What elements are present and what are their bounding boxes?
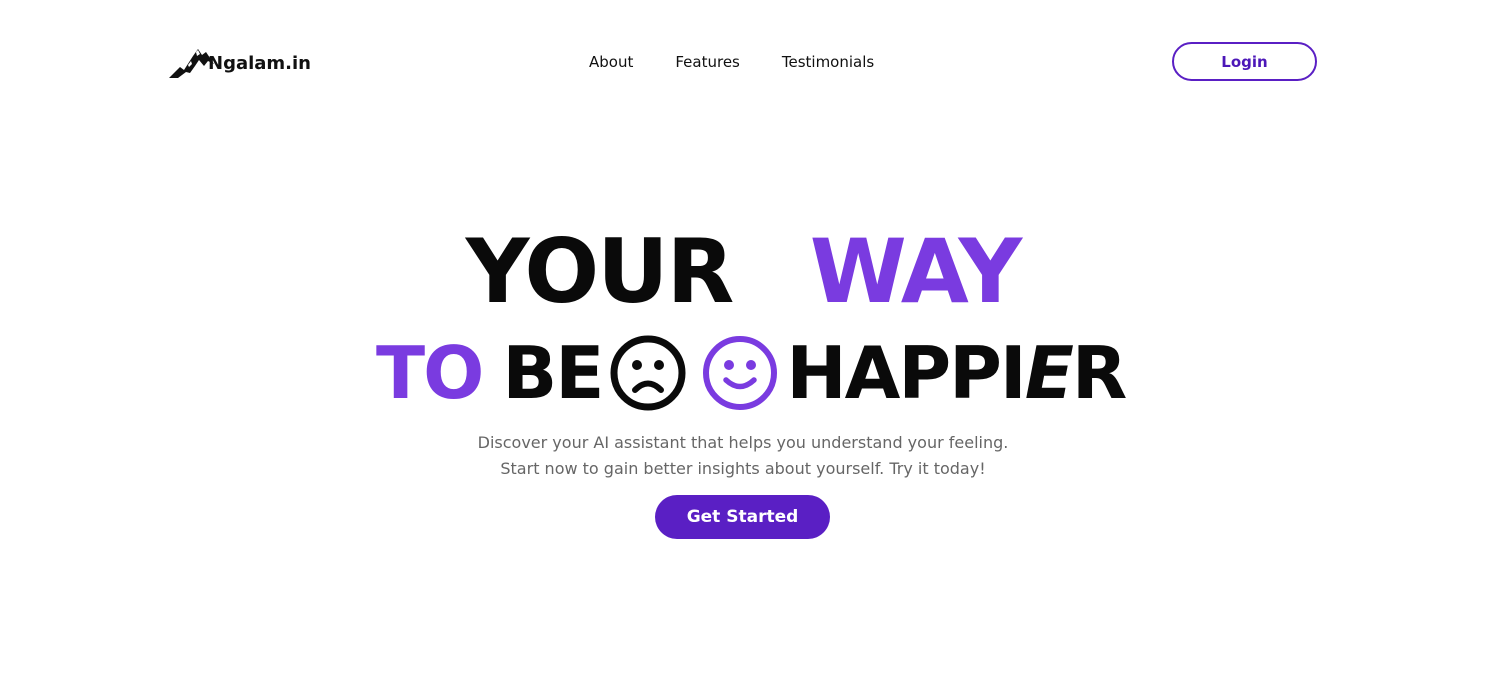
landing-page: Ngalam.in About Features Testimonials Lo…: [0, 0, 1486, 680]
nav-link-testimonials[interactable]: Testimonials: [782, 51, 874, 73]
headline-word-happier: HAPPIER: [786, 331, 1127, 415]
logo[interactable]: Ngalam.in: [168, 44, 311, 80]
headline-line-1: YOUR WAY: [0, 224, 1486, 320]
headline-happier-part-2: E: [1024, 331, 1074, 415]
headline-word-to: TO: [376, 331, 484, 415]
login-button[interactable]: Login: [1172, 42, 1317, 81]
hero-subtext: Discover your AI assistant that helps yo…: [0, 430, 1486, 482]
headline-happier-part-3: R: [1071, 331, 1127, 415]
headline-word-your: YOUR: [465, 220, 735, 323]
smiley-face-icon: [700, 333, 780, 413]
headline-word-be: BE: [502, 331, 604, 415]
headline-happier-part-1: HAPPI: [786, 331, 1026, 415]
get-started-button[interactable]: Get Started: [655, 495, 830, 539]
nav-link-features[interactable]: Features: [675, 51, 740, 73]
sad-face-icon: [608, 333, 688, 413]
headline-line-2: TO BE HAPPIER: [376, 328, 1127, 418]
main-nav: About Features Testimonials: [589, 51, 874, 73]
hero-subtext-line-1: Discover your AI assistant that helps yo…: [477, 433, 1009, 452]
nav-link-about[interactable]: About: [589, 51, 633, 73]
hero-subtext-line-2: Start now to gain better insights about …: [500, 459, 986, 478]
headline-word-way: WAY: [809, 220, 1023, 323]
logo-text: Ngalam.in: [208, 53, 311, 74]
